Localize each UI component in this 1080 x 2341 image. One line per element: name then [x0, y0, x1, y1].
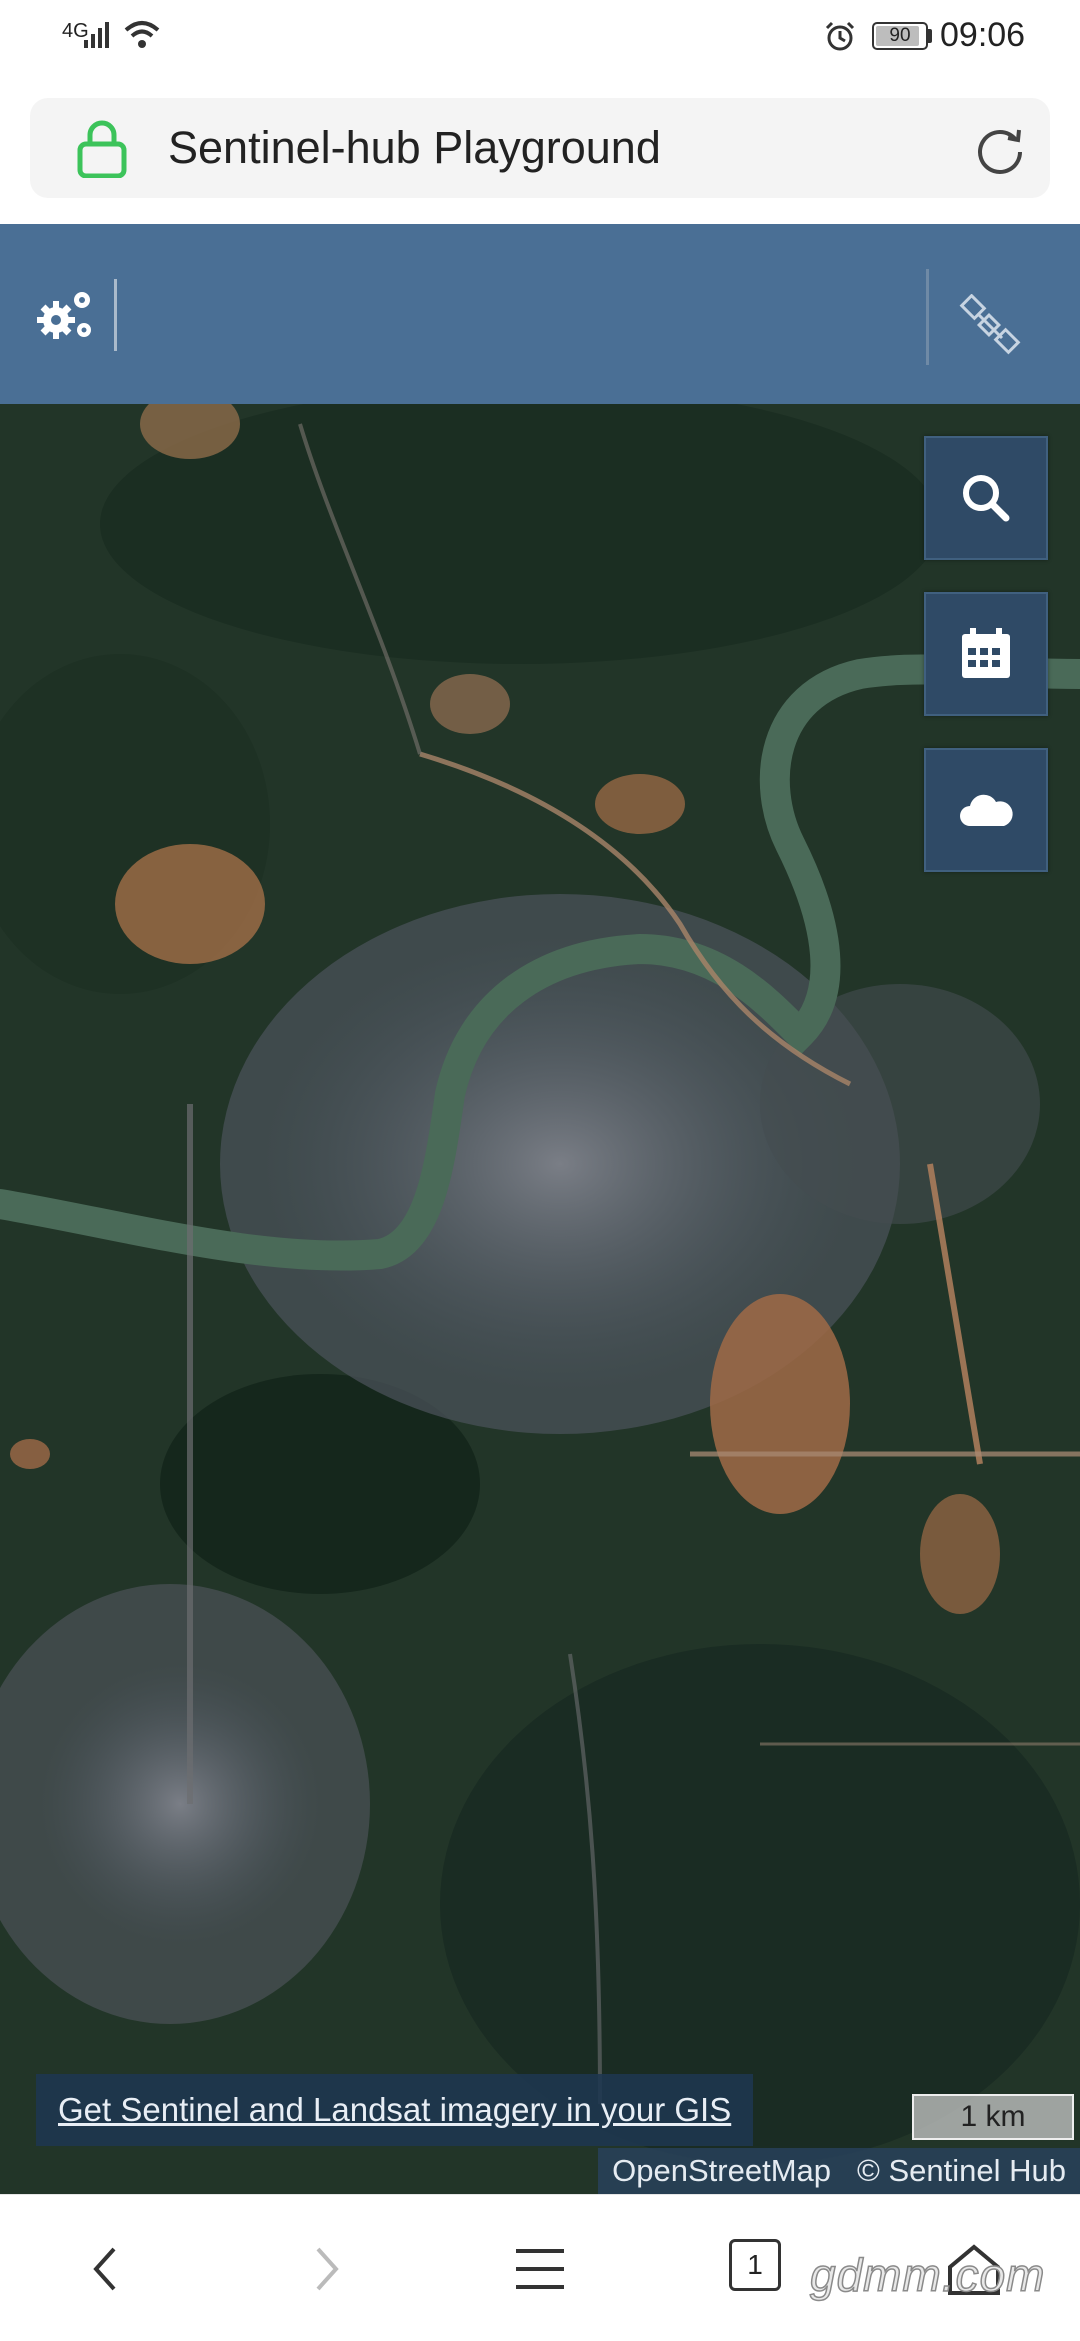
tabs-icon[interactable]: 1: [729, 2239, 781, 2291]
alarm-icon: [825, 21, 855, 51]
watermark: gdmm.com: [809, 2248, 1046, 2302]
battery-percent: 90: [889, 25, 911, 46]
settings-icon[interactable]: [34, 284, 98, 348]
satellite-map[interactable]: Get Sentinel and Landsat imagery in your…: [0, 404, 1080, 2194]
battery-cap: [928, 29, 932, 43]
search-icon: [963, 475, 1010, 522]
signal-icon: [84, 22, 109, 48]
clock: 09:06: [940, 16, 1026, 54]
back-icon[interactable]: [76, 2237, 140, 2301]
map-scale: 1 km: [912, 2094, 1074, 2140]
status-bar: 4G 90 09:06: [0, 0, 1080, 80]
osm-attribution-link[interactable]: OpenStreetMap: [612, 2153, 831, 2188]
sentinel-attribution[interactable]: © Sentinel Hub: [857, 2153, 1066, 2188]
lock-icon[interactable]: [74, 118, 130, 178]
gis-link[interactable]: Get Sentinel and Landsat imagery in your…: [36, 2074, 754, 2146]
address-bar[interactable]: Sentinel-hub Playground: [30, 98, 1050, 198]
toolbar-divider: [926, 269, 929, 365]
search-button[interactable]: [924, 436, 1048, 560]
map-attribution: OpenStreetMap © Sentinel Hub: [598, 2148, 1080, 2194]
menu-icon[interactable]: [508, 2237, 572, 2301]
forward-icon[interactable]: [292, 2237, 356, 2301]
wifi-icon: [124, 21, 160, 48]
cloud-icon: [960, 794, 1013, 826]
cloud-coverage-button[interactable]: [924, 748, 1048, 872]
satellite-icon[interactable]: [958, 294, 1022, 358]
satellite-imagery[interactable]: [0, 404, 1080, 2194]
scale-label: 1 km: [960, 2100, 1026, 2133]
calendar-icon: [962, 628, 1010, 678]
toolbar-divider: [114, 279, 117, 351]
date-picker-button[interactable]: [924, 592, 1048, 716]
reload-icon[interactable]: [972, 122, 1028, 178]
page-title[interactable]: Sentinel-hub Playground: [168, 122, 661, 174]
app-toolbar: [0, 224, 1080, 404]
